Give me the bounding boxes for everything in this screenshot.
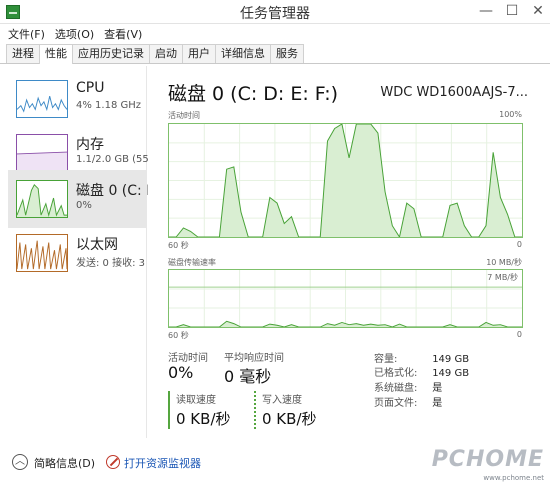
write-speed-label: 写入速度	[262, 395, 302, 406]
close-button[interactable]: ✕	[530, 2, 546, 20]
formatted-value: 149 GB	[432, 368, 470, 379]
ethernet-mini-graph	[16, 234, 68, 272]
tab-app-history[interactable]: 应用历史记录	[72, 44, 150, 63]
cpu-mini-graph	[16, 80, 68, 118]
read-speed-block: 读取速度 0 KB/秒	[168, 391, 231, 429]
cpu-title: CPU	[76, 80, 105, 96]
resource-monitor-icon[interactable]	[106, 455, 120, 469]
active-time-graph-span: 60 秒	[168, 241, 189, 250]
write-speed-value: 0 KB/秒	[262, 410, 317, 428]
transfer-rate-graph-label: 磁盘传输速率	[168, 258, 216, 267]
tab-startup[interactable]: 启动	[149, 44, 183, 63]
open-resource-monitor-link[interactable]: 打开资源监视器	[124, 455, 201, 471]
cpu-subtitle: 4% 1.18 GHz	[76, 100, 142, 111]
menu-bar: 文件(F) 选项(O) 查看(V)	[0, 25, 550, 43]
memory-subtitle: 1.1/2.0 GB (55	[76, 154, 148, 165]
window-title: 任务管理器	[240, 6, 310, 22]
capacity-row: 容量: 149 GB	[374, 350, 469, 365]
ethernet-subtitle: 发送: 0 接收: 3	[76, 258, 145, 269]
avg-response-stat-label: 平均响应时间	[224, 353, 284, 364]
active-time-stat-label: 活动时间	[168, 353, 208, 364]
fewer-details-button[interactable]: 简略信息(D)	[34, 455, 95, 471]
transfer-rate-graph	[168, 269, 523, 328]
watermark-logo: PCHOME	[431, 447, 544, 472]
tab-performance[interactable]: 性能	[39, 44, 73, 64]
active-time-graph-min: 0	[516, 240, 522, 249]
system-disk-key: 系统磁盘:	[374, 383, 418, 394]
page-file-row: 页面文件: 是	[374, 394, 442, 409]
minimize-button[interactable]: —	[478, 2, 494, 20]
transfer-rate-graph-span: 60 秒	[168, 331, 189, 340]
disk-model-name: WDC WD1600AAJS-7...	[380, 85, 528, 100]
watermark-url: www.pchome.net	[483, 474, 544, 482]
menu-options[interactable]: 选项(O)	[55, 26, 94, 42]
formatted-key: 已格式化:	[374, 368, 418, 379]
disk-item-subtitle: 0%	[76, 200, 92, 211]
system-disk-row: 系统磁盘: 是	[374, 379, 442, 394]
maximize-button[interactable]: ☐	[504, 2, 520, 20]
disk-heading: 磁盘 0 (C: D: E: F:)	[168, 83, 339, 105]
menu-file[interactable]: 文件(F)	[8, 26, 45, 42]
tab-processes[interactable]: 进程	[6, 44, 40, 63]
formatted-row: 已格式化: 149 GB	[374, 364, 469, 379]
active-time-graph-label: 活动时间	[168, 111, 200, 120]
avg-response-stat-value: 0 毫秒	[224, 367, 272, 386]
read-speed-label: 读取速度	[176, 395, 216, 406]
transfer-rate-inner-label: 7 MB/秒	[487, 273, 518, 282]
menu-view[interactable]: 查看(V)	[104, 26, 142, 42]
ethernet-title: 以太网	[76, 237, 118, 253]
memory-mini-graph	[16, 134, 68, 172]
active-time-graph	[168, 123, 523, 238]
memory-title: 内存	[76, 137, 104, 153]
transfer-rate-graph-max: 10 MB/秒	[486, 258, 522, 267]
read-speed-value: 0 KB/秒	[176, 410, 231, 428]
sidebar-item-ethernet[interactable]: 以太网 发送: 0 接收: 3	[8, 224, 147, 282]
transfer-rate-graph-min: 0	[516, 330, 522, 339]
active-time-graph-max: 100%	[499, 110, 522, 119]
disk-detail-panel: 磁盘 0 (C: D: E: F:) WDC WD1600AAJS-7... 活…	[168, 66, 530, 438]
active-time-stat-value: 0%	[168, 363, 194, 382]
page-file-value: 是	[432, 398, 443, 409]
write-speed-block: 写入速度 0 KB/秒	[254, 391, 317, 429]
tab-bar: 进程 性能 应用历史记录 启动 用户 详细信息 服务	[0, 44, 550, 64]
page-file-key: 页面文件:	[374, 398, 418, 409]
title-bar: 任务管理器 — ☐ ✕	[0, 0, 550, 24]
chevron-up-icon[interactable]: ︿	[12, 454, 28, 470]
disk-mini-graph	[16, 180, 68, 218]
disk-item-title: 磁盘 0 (C: D	[76, 183, 148, 199]
sidebar-item-cpu[interactable]: CPU 4% 1.18 GHz	[8, 70, 147, 128]
sidebar-item-disk-0[interactable]: 磁盘 0 (C: D 0%	[8, 170, 148, 228]
capacity-key: 容量:	[374, 354, 398, 365]
resource-list: CPU 4% 1.18 GHz 内存 1.1/2.0 GB (55 磁盘 0 (…	[0, 66, 148, 438]
tab-services[interactable]: 服务	[270, 44, 304, 63]
window-controls: — ☐ ✕	[478, 2, 546, 20]
tab-details[interactable]: 详细信息	[215, 44, 271, 63]
pchome-watermark: PCHOME www.pchome.net	[432, 447, 544, 483]
tab-users[interactable]: 用户	[182, 44, 216, 63]
system-disk-value: 是	[432, 383, 443, 394]
